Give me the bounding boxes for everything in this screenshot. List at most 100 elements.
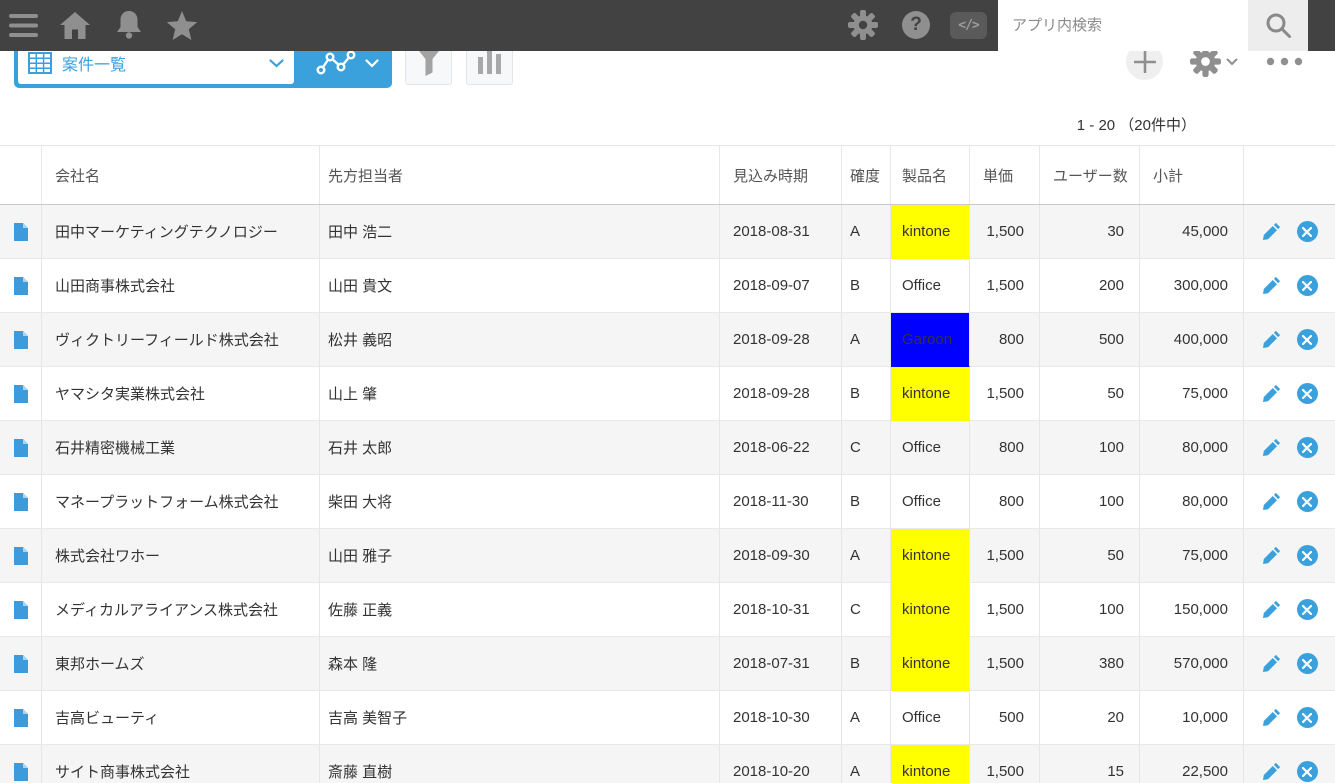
developer-code-icon[interactable]: </> bbox=[950, 12, 987, 39]
search-icon bbox=[1265, 12, 1292, 39]
cell-subtotal: 570,000 bbox=[1140, 637, 1244, 691]
edit-record-button[interactable] bbox=[1262, 330, 1281, 349]
chevron-down-icon bbox=[1226, 58, 1238, 66]
cell-date: 2018-09-28 bbox=[720, 313, 842, 367]
delete-record-button[interactable] bbox=[1296, 653, 1318, 674]
cell-date: 2018-06-22 bbox=[720, 421, 842, 475]
cell-date: 2018-09-30 bbox=[720, 529, 842, 583]
graph-icon bbox=[316, 50, 356, 76]
product-cell: kintone bbox=[891, 637, 970, 691]
cell-date: 2018-10-31 bbox=[720, 583, 842, 637]
hamburger-menu-icon[interactable] bbox=[9, 14, 38, 37]
cell-contact: 山田 貴文 bbox=[320, 259, 720, 313]
table-header-row: 会社名 先方担当者 見込み時期 確度 製品名 単価 ユーザー数 小計 bbox=[0, 145, 1335, 205]
header-contact[interactable]: 先方担当者 bbox=[320, 146, 720, 204]
record-document-icon[interactable] bbox=[13, 276, 28, 295]
cell-company: 吉高ビューティ bbox=[42, 691, 320, 745]
delete-record-button[interactable] bbox=[1296, 275, 1318, 296]
delete-record-button[interactable] bbox=[1296, 491, 1318, 512]
record-document-icon[interactable] bbox=[13, 600, 28, 619]
edit-record-button[interactable] bbox=[1262, 708, 1281, 727]
cell-record-icon bbox=[0, 259, 42, 313]
notifications-bell-icon[interactable] bbox=[116, 11, 142, 39]
edit-record-button[interactable] bbox=[1262, 600, 1281, 619]
header-subtotal[interactable]: 小計 bbox=[1140, 146, 1244, 204]
header-date[interactable]: 見込み時期 bbox=[720, 146, 842, 204]
table-row: メディカルアライアンス株式会社 佐藤 正義 2018-10-31 C kinto… bbox=[0, 583, 1335, 637]
more-options-button[interactable] bbox=[1266, 57, 1303, 66]
favorites-star-icon[interactable] bbox=[166, 11, 198, 41]
record-document-icon[interactable] bbox=[13, 384, 28, 403]
delete-record-button[interactable] bbox=[1296, 221, 1318, 242]
home-icon[interactable] bbox=[60, 12, 90, 39]
cell-record-icon bbox=[0, 583, 42, 637]
cell-record-icon bbox=[0, 691, 42, 745]
cell-subtotal: 300,000 bbox=[1140, 259, 1244, 313]
cell-subtotal: 150,000 bbox=[1140, 583, 1244, 637]
cell-company: メディカルアライアンス株式会社 bbox=[42, 583, 320, 637]
header-unit-price[interactable]: 単価 bbox=[970, 146, 1040, 204]
cell-subtotal: 80,000 bbox=[1140, 421, 1244, 475]
record-document-icon[interactable] bbox=[13, 438, 28, 457]
record-document-icon[interactable] bbox=[13, 330, 28, 349]
cell-record-icon bbox=[0, 529, 42, 583]
delete-record-button[interactable] bbox=[1296, 383, 1318, 404]
cell-contact: 田中 浩二 bbox=[320, 205, 720, 259]
header-company[interactable]: 会社名 bbox=[42, 146, 320, 204]
cell-probability: A bbox=[842, 745, 891, 783]
header-probability[interactable]: 確度 bbox=[842, 146, 891, 204]
record-document-icon[interactable] bbox=[13, 708, 28, 727]
cell-contact: 吉高 美智子 bbox=[320, 691, 720, 745]
settings-gear-icon[interactable] bbox=[848, 10, 878, 40]
cell-record-icon bbox=[0, 367, 42, 421]
delete-record-button[interactable] bbox=[1296, 599, 1318, 620]
app-search-input[interactable] bbox=[998, 0, 1248, 51]
record-document-icon[interactable] bbox=[13, 762, 28, 781]
header-product[interactable]: 製品名 bbox=[891, 146, 970, 204]
edit-record-button[interactable] bbox=[1262, 546, 1281, 565]
delete-record-button[interactable] bbox=[1296, 761, 1318, 782]
cell-subtotal: 80,000 bbox=[1140, 475, 1244, 529]
search-button[interactable] bbox=[1248, 0, 1308, 51]
delete-record-button[interactable] bbox=[1296, 545, 1318, 566]
cell-record-icon bbox=[0, 205, 42, 259]
record-document-icon[interactable] bbox=[13, 222, 28, 241]
cell-users: 15 bbox=[1040, 745, 1140, 783]
edit-record-button[interactable] bbox=[1262, 438, 1281, 457]
cell-company: ヤマシタ実業株式会社 bbox=[42, 367, 320, 421]
record-document-icon[interactable] bbox=[13, 546, 28, 565]
cell-actions bbox=[1244, 313, 1335, 367]
record-document-icon[interactable] bbox=[13, 492, 28, 511]
edit-record-button[interactable] bbox=[1262, 276, 1281, 295]
header-users[interactable]: ユーザー数 bbox=[1040, 146, 1140, 204]
cell-unit-price: 1,500 bbox=[970, 637, 1040, 691]
product-cell: kintone bbox=[891, 583, 970, 637]
table-view-icon bbox=[28, 52, 52, 74]
cell-date: 2018-07-31 bbox=[720, 637, 842, 691]
product-cell: Office bbox=[891, 475, 970, 529]
cell-probability: C bbox=[842, 583, 891, 637]
cell-probability: A bbox=[842, 691, 891, 745]
edit-record-button[interactable] bbox=[1262, 384, 1281, 403]
cell-probability: C bbox=[842, 421, 891, 475]
cell-actions bbox=[1244, 745, 1335, 783]
record-document-icon[interactable] bbox=[13, 654, 28, 673]
cell-record-icon bbox=[0, 745, 42, 783]
ellipsis-icon bbox=[1266, 57, 1303, 66]
edit-record-button[interactable] bbox=[1262, 492, 1281, 511]
product-cell: kintone bbox=[891, 205, 970, 259]
delete-record-button[interactable] bbox=[1296, 329, 1318, 350]
cell-record-icon bbox=[0, 313, 42, 367]
edit-record-button[interactable] bbox=[1262, 762, 1281, 781]
edit-record-button[interactable] bbox=[1262, 222, 1281, 241]
table-row: サイト商事株式会社 斎藤 直樹 2018-10-20 A kintone 1,5… bbox=[0, 745, 1335, 783]
edit-record-button[interactable] bbox=[1262, 654, 1281, 673]
help-icon[interactable]: ? bbox=[902, 11, 930, 39]
table-row: ヴィクトリーフィールド株式会社 松井 義昭 2018-09-28 A Garoo… bbox=[0, 313, 1335, 367]
delete-record-button[interactable] bbox=[1296, 437, 1318, 458]
cell-probability: B bbox=[842, 637, 891, 691]
cell-date: 2018-10-20 bbox=[720, 745, 842, 783]
cell-unit-price: 1,500 bbox=[970, 367, 1040, 421]
table-row: 吉高ビューティ 吉高 美智子 2018-10-30 A Office 500 2… bbox=[0, 691, 1335, 745]
delete-record-button[interactable] bbox=[1296, 707, 1318, 728]
